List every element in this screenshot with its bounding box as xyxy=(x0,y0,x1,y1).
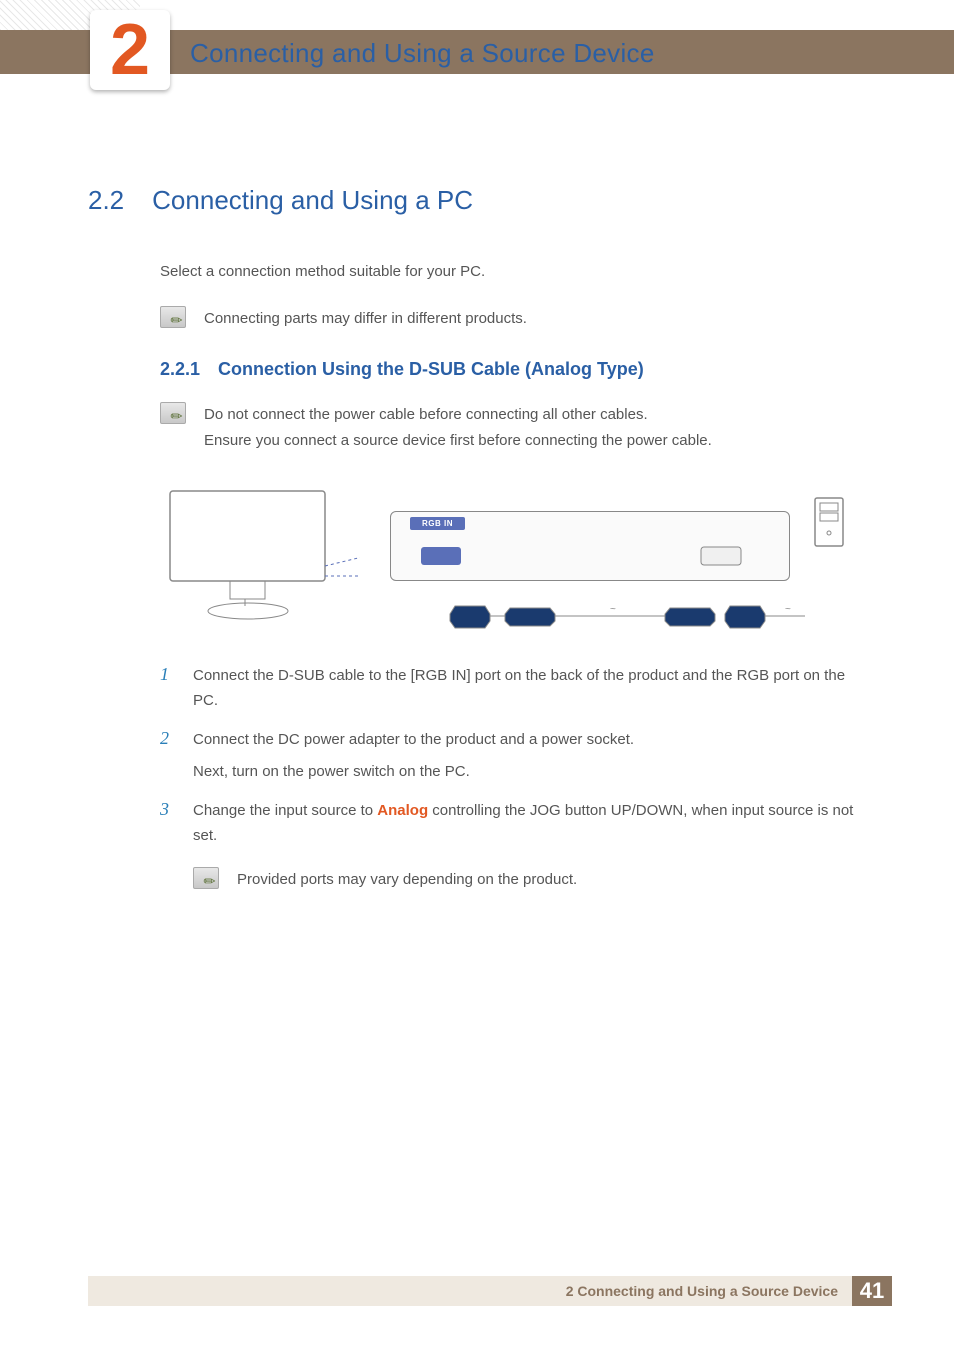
step-text-line: Connect the DC power adapter to the prod… xyxy=(193,728,634,753)
svg-text:~: ~ xyxy=(785,604,791,615)
step-2: 2 Connect the DC power adapter to the pr… xyxy=(160,728,874,786)
step-3: 3 Change the input source to Analog cont… xyxy=(160,799,874,849)
note-block-2: Do not connect the power cable before co… xyxy=(160,402,874,453)
subsection-number: 2.2.1 xyxy=(160,359,200,380)
chapter-number: 2 xyxy=(110,14,150,86)
svg-text:~: ~ xyxy=(610,604,616,615)
note-line-2: Ensure you connect a source device first… xyxy=(204,428,712,454)
step-text-before: Change the input source to xyxy=(193,802,377,819)
note-text: Provided ports may vary depending on the… xyxy=(237,867,577,893)
step-text-line: Next, turn on the power switch on the PC… xyxy=(193,760,634,785)
section-number: 2.2 xyxy=(88,185,124,216)
note-text: Do not connect the power cable before co… xyxy=(204,402,712,453)
subsection-heading: 2.2.1 Connection Using the D-SUB Cable (… xyxy=(160,359,874,380)
note-line-1: Do not connect the power cable before co… xyxy=(204,402,712,428)
note-icon xyxy=(160,306,186,328)
page-number: 41 xyxy=(852,1276,892,1306)
subsection-title: Connection Using the D-SUB Cable (Analog… xyxy=(218,359,644,380)
step-1: 1 Connect the D-SUB cable to the [RGB IN… xyxy=(160,664,874,714)
step-text: Connect the DC power adapter to the prod… xyxy=(193,728,634,786)
analog-highlight: Analog xyxy=(377,802,428,819)
note-text: Connecting parts may differ in different… xyxy=(204,306,527,332)
step-text: Connect the D-SUB cable to the [RGB IN] … xyxy=(193,664,874,714)
step-text: Change the input source to Analog contro… xyxy=(193,799,874,849)
monitor-icon xyxy=(160,481,360,636)
section-title: Connecting and Using a PC xyxy=(152,185,473,216)
footer-text: 2 Connecting and Using a Source Device xyxy=(566,1283,838,1299)
intro-text: Select a connection method suitable for … xyxy=(160,261,874,284)
page-footer: 2 Connecting and Using a Source Device 4… xyxy=(88,1276,892,1306)
step-number: 2 xyxy=(160,728,175,786)
step-number: 1 xyxy=(160,664,175,714)
note-block-1: Connecting parts may differ in different… xyxy=(160,306,874,332)
step-number: 3 xyxy=(160,799,175,849)
pc-tower-icon xyxy=(810,493,850,553)
note-block-3: Provided ports may vary depending on the… xyxy=(193,867,874,893)
rgb-in-label: RGB IN xyxy=(410,517,465,530)
note-icon xyxy=(193,867,219,889)
steps-list: 1 Connect the D-SUB cable to the [RGB IN… xyxy=(160,664,874,849)
note-icon xyxy=(160,402,186,424)
connection-diagram: RGB IN ~ ~ xyxy=(160,481,850,636)
chapter-number-box: 2 xyxy=(90,10,170,90)
section-heading: 2.2 Connecting and Using a PC xyxy=(88,185,874,216)
page-content: 2.2 Connecting and Using a PC Select a c… xyxy=(88,185,874,892)
chapter-title: Connecting and Using a Source Device xyxy=(190,38,655,69)
cable-diagram: ~ ~ xyxy=(390,596,830,636)
